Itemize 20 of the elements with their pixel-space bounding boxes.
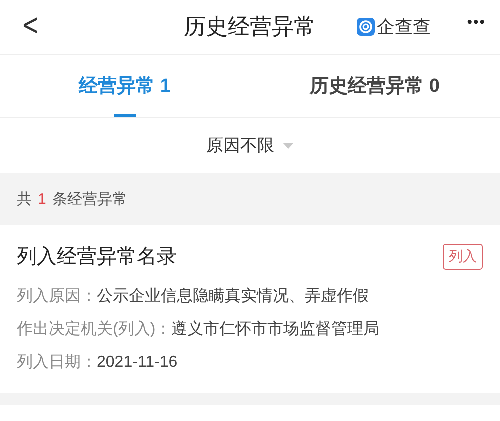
more-button[interactable]: ••• [467,14,486,31]
field-value: 遵义市仁怀市市场监督管理局 [172,320,380,340]
logo-icon [357,18,375,36]
field-label: 列入原因： [17,286,97,307]
brand-name: 企查查 [377,16,431,39]
record-count: 1 [38,190,46,208]
count-label: 条经营异常 [52,190,128,208]
tab[interactable]: 经营异常 1 [0,55,250,117]
record-title: 列入经营异常名录 [17,245,177,270]
field-label: 作出决定机关(列入)： [17,320,172,340]
caret-icon [282,142,294,148]
tab[interactable]: 历史经营异常 0 [250,55,500,117]
page-title: 历史经营异常 [184,13,316,41]
status-tag: 列入 [443,244,483,270]
field-value: 公示企业信息隐瞒真实情况、弄虚作假 [97,286,369,307]
field-label: 列入日期： [17,352,97,373]
reason-filter[interactable]: 原因不限 [206,134,294,157]
field-value: 2021-11-16 [97,353,178,373]
back-button[interactable]: < [22,11,40,41]
count-prefix: 共 [17,190,32,208]
